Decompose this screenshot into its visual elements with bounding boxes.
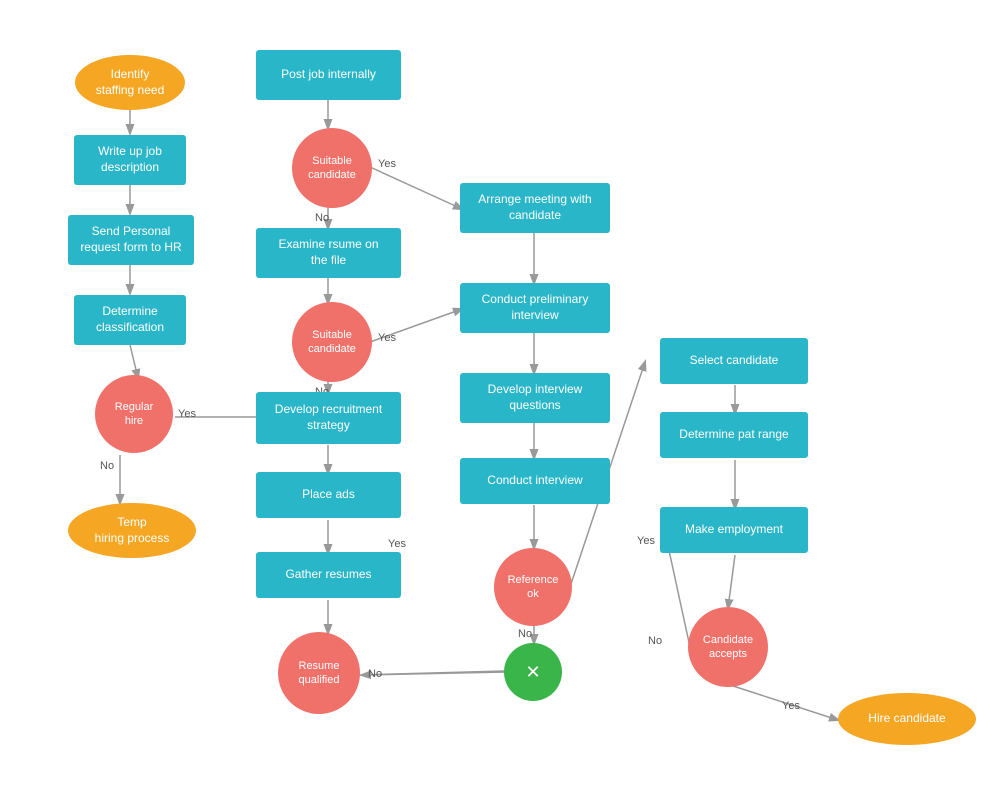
write-job-node: Write up job description [74, 135, 186, 185]
identify-staffing-node: Identify staffing need [75, 55, 185, 110]
candidate-accepts-no-label: No [648, 635, 662, 647]
examine-resume-node: Examine rsume on the file [256, 228, 401, 278]
reference-ok-node: Reference ok [494, 548, 572, 626]
regular-hire-no-label: No [100, 460, 114, 472]
suitable2-node: Suitable candidate [292, 302, 372, 382]
suitable2-yes-label: Yes [378, 332, 396, 344]
reference-ok-no-label: No [518, 628, 532, 640]
determine-pat-node: Determine pat range [660, 412, 808, 458]
suitable1-node: Suitable candidate [292, 128, 372, 208]
post-job-node: Post job internally [256, 50, 401, 100]
reject-x-node: ✕ [504, 643, 562, 701]
resume-qualified-node: Resume qualified [278, 632, 360, 714]
candidate-accepts-node: Candidate accepts [688, 607, 768, 687]
conduct-interview-node: Conduct interview [460, 458, 610, 504]
send-personal-node: Send Personal request form to HR [68, 215, 194, 265]
reference-ok-yes-label: Yes [637, 535, 655, 547]
develop-recruitment-node: Develop recruitment strategy [256, 392, 401, 444]
candidate-accepts-yes-label: Yes [782, 700, 800, 712]
select-candidate-node: Select candidate [660, 338, 808, 384]
develop-interview-q-node: Develop interview questions [460, 373, 610, 423]
flowchart: Identify staffing need Write up job desc… [0, 0, 1000, 793]
conduct-prelim-node: Conduct preliminary interview [460, 283, 610, 333]
make-employment-node: Make employment [660, 507, 808, 553]
regular-hire-yes-label: Yes [178, 408, 196, 420]
determine-class-node: Determine classification [74, 295, 186, 345]
place-ads-yes-label: Yes [388, 538, 406, 550]
resume-qualified-no-label: No [368, 668, 382, 680]
arrange-meeting-node: Arrange meeting with candidate [460, 183, 610, 233]
regular-hire-node: Regular hire [95, 375, 173, 453]
suitable1-yes-label: Yes [378, 158, 396, 170]
hire-candidate-node: Hire candidate [838, 693, 976, 745]
gather-resumes-node: Gather resumes [256, 552, 401, 598]
place-ads-node: Place ads [256, 472, 401, 518]
temp-hiring-node: Temp hiring process [68, 503, 196, 558]
suitable1-no-label: No [315, 212, 329, 224]
